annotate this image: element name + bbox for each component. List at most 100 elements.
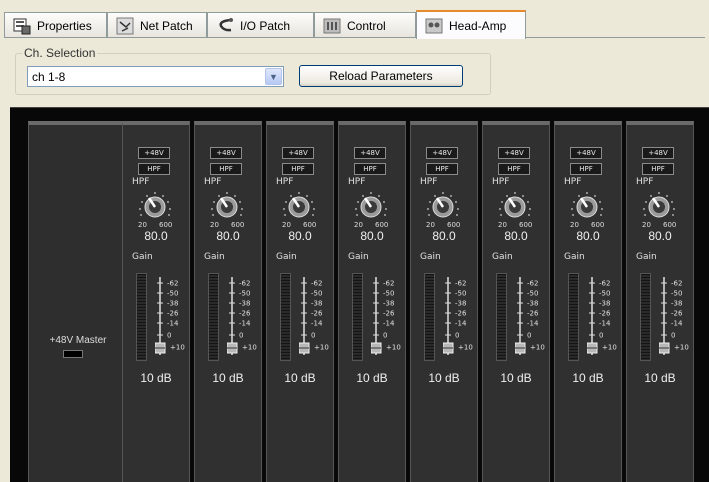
phantom-48v-button[interactable]: +48V	[426, 147, 458, 159]
hpf-value: 80.0	[216, 229, 240, 243]
hpf-knob-min: 20	[426, 221, 435, 229]
fader-scale-label: +10	[242, 344, 257, 352]
phantom-48v-button[interactable]: +48V	[282, 147, 314, 159]
gain-fader[interactable]: -62 -50 -38 -26 -14 0 +10	[587, 275, 619, 361]
gain-fader[interactable]: -62 -50 -38 -26 -14 0 +10	[227, 275, 259, 361]
tab-label: Properties	[37, 18, 92, 33]
gain-value: 10 dB	[356, 371, 388, 385]
channel-select[interactable]: ch 1-8 ▼	[27, 66, 284, 87]
hpf-button[interactable]: HPF	[210, 163, 242, 175]
tab-bar: Properties Net Patch I/O Patch Control H…	[4, 10, 705, 39]
fader-scale-label: -14	[599, 320, 611, 328]
phantom-48v-button[interactable]: +48V	[498, 147, 530, 159]
fader-scale-label: -38	[239, 300, 250, 308]
hpf-knob-max: 600	[375, 221, 389, 229]
tab-net-patch[interactable]: Net Patch	[107, 12, 207, 38]
hpf-label: HPF	[492, 177, 510, 187]
fader-scale-label: +10	[314, 344, 329, 352]
hpf-knob[interactable]	[353, 189, 389, 221]
channel-strip: +48V HPF HPF 20 600 80.0 Gain -62 -50 -38-…	[338, 121, 406, 482]
reload-parameters-button[interactable]: Reload Parameters	[299, 65, 463, 87]
phantom-48v-button[interactable]: +48V	[570, 147, 602, 159]
gain-label: Gain	[276, 252, 297, 262]
tab-head-amp[interactable]: Head-Amp	[416, 10, 526, 39]
fader-scale-label: -14	[311, 320, 323, 328]
gain-fader[interactable]: -62 -50 -38 -26 -14 0 +10	[155, 275, 187, 361]
hpf-button[interactable]: HPF	[498, 163, 530, 175]
hpf-knob[interactable]	[281, 189, 317, 221]
tab-io-patch[interactable]: I/O Patch	[207, 12, 314, 38]
fader-scale-label: -26	[455, 310, 467, 318]
tab-label: Net Patch	[140, 18, 193, 33]
hpf-knob[interactable]	[569, 189, 605, 221]
hpf-value: 80.0	[288, 229, 312, 243]
fader-scale-label: -26	[383, 310, 395, 318]
gain-label: Gain	[204, 252, 225, 262]
fader-scale-label: 0	[599, 332, 603, 340]
fader-scale-label: -62	[383, 280, 394, 288]
hpf-knob-max: 600	[591, 221, 605, 229]
hpf-value: 80.0	[144, 229, 168, 243]
fader-scale-label: -50	[167, 290, 178, 298]
channel-strip: +48V HPF HPF 20 600 80.0 Gain -62 -50 -38-…	[554, 121, 622, 482]
chevron-down-icon[interactable]: ▼	[265, 68, 282, 85]
gain-label: Gain	[420, 252, 441, 262]
fader-scale-label: -38	[383, 300, 394, 308]
hpf-button[interactable]: HPF	[642, 163, 674, 175]
fader-scale-label: -26	[311, 310, 323, 318]
master-48v-button[interactable]	[63, 350, 83, 358]
hpf-knob-min: 20	[498, 221, 507, 229]
gain-fader[interactable]: -62 -50 -38 -26 -14 0 +10	[299, 275, 331, 361]
fader-scale-label: -38	[455, 300, 466, 308]
fader-scale-label: -50	[599, 290, 610, 298]
fader-scale-label: -38	[599, 300, 610, 308]
hpf-knob-min: 20	[642, 221, 651, 229]
phantom-48v-button[interactable]: +48V	[354, 147, 386, 159]
hpf-button[interactable]: HPF	[570, 163, 602, 175]
fader-scale-label: 0	[311, 332, 315, 340]
gain-label: Gain	[636, 252, 657, 262]
gain-value: 10 dB	[644, 371, 676, 385]
level-meter	[496, 273, 507, 361]
fader-scale-label: -62	[455, 280, 466, 288]
fader-scale-label: -50	[383, 290, 394, 298]
hpf-value: 80.0	[432, 229, 456, 243]
fader-scale-label: -62	[599, 280, 610, 288]
phantom-48v-button[interactable]: +48V	[210, 147, 242, 159]
gain-value: 10 dB	[284, 371, 316, 385]
hpf-label: HPF	[132, 177, 150, 187]
gain-fader[interactable]: -62 -50 -38 -26 -14 0 +10	[659, 275, 691, 361]
gain-fader[interactable]: -62 -50 -38 -26 -14 0 +10	[515, 275, 547, 361]
phantom-48v-button[interactable]: +48V	[138, 147, 170, 159]
hpf-value: 80.0	[648, 229, 672, 243]
hpf-knob[interactable]	[137, 189, 173, 221]
head-amp-mixer: +48V Master +48V HPF HPF 20 600 80.0 Gai…	[10, 107, 709, 482]
fader-scale-label: 0	[527, 332, 531, 340]
hpf-knob[interactable]	[641, 189, 677, 221]
fader-scale-label: -50	[527, 290, 538, 298]
fader-scale-label: -14	[671, 320, 683, 328]
hpf-knob-max: 600	[663, 221, 677, 229]
gain-fader[interactable]: -62 -50 -38 -26 -14 0 +10	[371, 275, 403, 361]
gain-fader[interactable]: -62 -50 -38 -26 -14 0 +10	[443, 275, 475, 361]
hpf-label: HPF	[420, 177, 438, 187]
tab-properties[interactable]: Properties	[4, 12, 107, 38]
fader-scale-label: -62	[167, 280, 178, 288]
phantom-48v-button[interactable]: +48V	[642, 147, 674, 159]
hpf-knob[interactable]	[425, 189, 461, 221]
hpf-button[interactable]: HPF	[282, 163, 314, 175]
gain-label: Gain	[564, 252, 585, 262]
fader-scale-label: -50	[239, 290, 250, 298]
tab-control[interactable]: Control	[314, 12, 416, 38]
hpf-button[interactable]: HPF	[354, 163, 386, 175]
hpf-button[interactable]: HPF	[138, 163, 170, 175]
hpf-knob-min: 20	[282, 221, 291, 229]
hpf-knob-max: 600	[519, 221, 533, 229]
fader-scale-label: 0	[455, 332, 459, 340]
hpf-knob[interactable]	[497, 189, 533, 221]
tab-label: I/O Patch	[240, 18, 291, 33]
fader-scale-label: 0	[167, 332, 171, 340]
hpf-button[interactable]: HPF	[426, 163, 458, 175]
hpf-knob[interactable]	[209, 189, 245, 221]
fader-scale-label: -50	[311, 290, 322, 298]
